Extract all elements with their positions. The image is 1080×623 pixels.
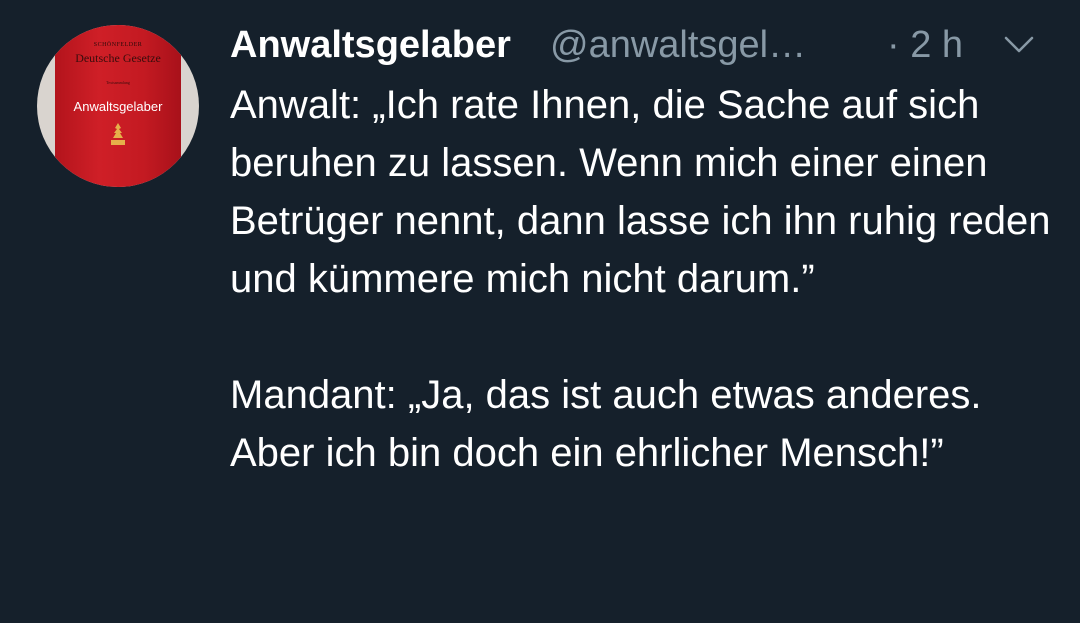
timestamp[interactable]: · 2 h	[887, 22, 963, 68]
user-handle[interactable]: @anwaltsgel…	[550, 22, 806, 68]
tweet-text: Anwalt: „Ich rate Ihnen, die Sache auf s…	[230, 76, 1060, 482]
tweet-paragraph: Mandant: „Ja, das ist auch etwas anderes…	[230, 373, 982, 475]
tweet[interactable]: SCHÖNFELDER Deutsche Gesetze Textsammlun…	[0, 0, 1080, 623]
tweet-header: Anwaltsgelaber @anwaltsgel… · 2 h	[230, 22, 1050, 68]
chevron-down-icon[interactable]	[1003, 35, 1035, 55]
book-subtitle: Textsammlung	[106, 80, 130, 85]
publisher-emblem-icon	[111, 123, 125, 145]
book-title: Deutsche Gesetze	[75, 51, 161, 65]
profile-avatar[interactable]: SCHÖNFELDER Deutsche Gesetze Textsammlun…	[37, 25, 199, 187]
book-cover-image: SCHÖNFELDER Deutsche Gesetze Textsammlun…	[55, 25, 181, 187]
display-name[interactable]: Anwaltsgelaber	[230, 22, 511, 68]
book-label: Anwaltsgelaber	[73, 99, 163, 114]
tweet-paragraph: Anwalt: „Ich rate Ihnen, die Sache auf s…	[230, 83, 1051, 301]
book-publisher: SCHÖNFELDER	[93, 42, 143, 48]
